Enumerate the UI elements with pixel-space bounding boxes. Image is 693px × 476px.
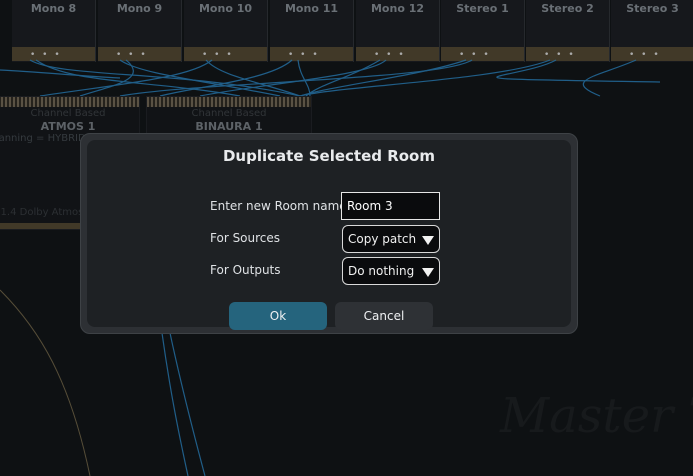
room-name-label: Enter new Room name (210, 199, 347, 213)
cancel-button[interactable]: Cancel (335, 302, 433, 330)
sources-selected-value: Copy patch (348, 232, 417, 246)
sources-label: For Sources (210, 231, 281, 245)
outputs-selected-value: Do nothing (348, 264, 415, 278)
ok-button[interactable]: Ok (229, 302, 327, 330)
outputs-select[interactable]: Do nothing (342, 257, 440, 285)
room-name-input[interactable] (341, 192, 440, 220)
chevron-down-icon (422, 268, 434, 277)
sources-select[interactable]: Copy patch (342, 225, 440, 253)
duplicate-room-dialog: Duplicate Selected Room Enter new Room n… (80, 133, 578, 334)
dialog-title: Duplicate Selected Room (222, 147, 435, 165)
outputs-label: For Outputs (210, 263, 281, 277)
chevron-down-icon (422, 236, 434, 245)
dialog-body: Duplicate Selected Room Enter new Room n… (87, 140, 571, 330)
